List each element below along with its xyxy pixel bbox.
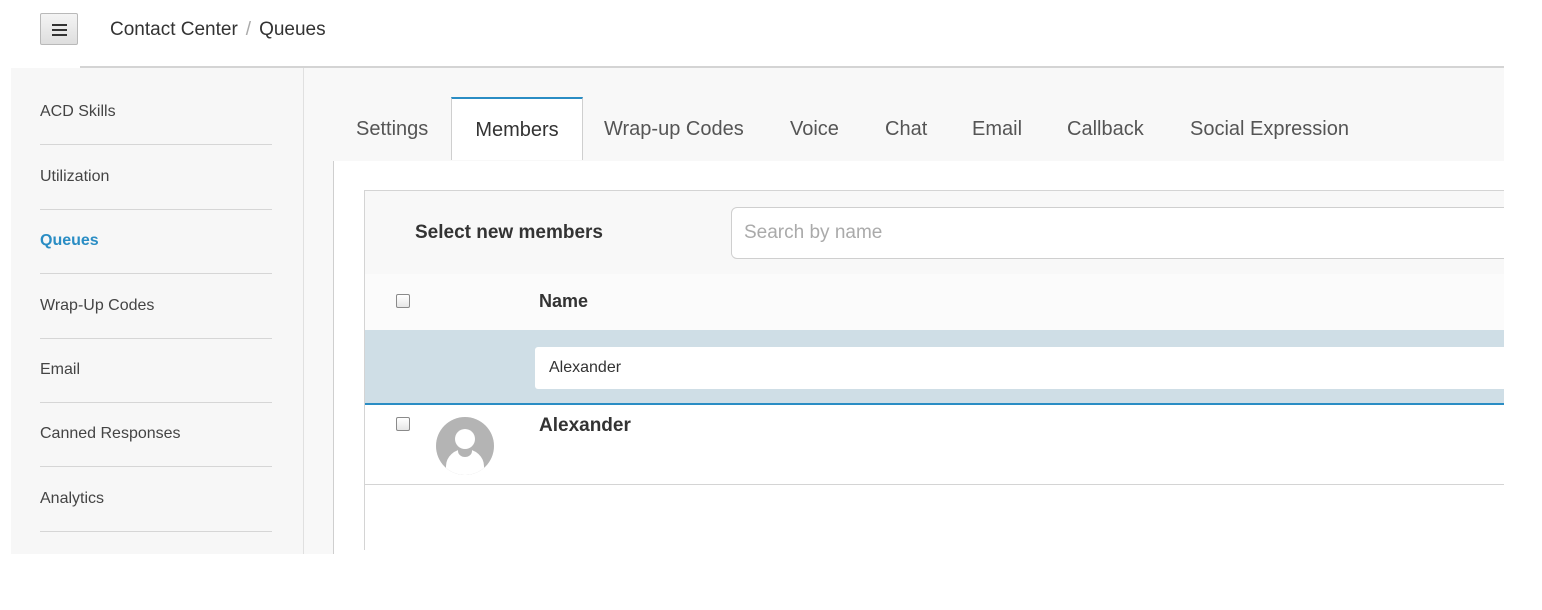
sidebar-item-email[interactable]: Email [40, 338, 272, 403]
tab-bar: Settings Members Wrap-up Codes Voice Cha… [333, 97, 1504, 162]
tab-members[interactable]: Members [451, 97, 583, 160]
tab-email[interactable]: Email [972, 97, 1022, 161]
member-name[interactable]: Alexander [539, 415, 631, 437]
table-header-row: Name [365, 274, 1504, 330]
table-row[interactable]: Alexander [365, 405, 1504, 485]
sidebar-item-wrap-up-codes[interactable]: Wrap-Up Codes [40, 274, 272, 339]
tab-chat[interactable]: Chat [885, 97, 927, 161]
members-table: Select new members Name [364, 190, 1504, 550]
queues-members-page: Contact Center / Queues ACD Skills Utiliza… [0, 0, 1542, 610]
tab-voice[interactable]: Voice [790, 97, 839, 161]
select-new-members-label: Select new members [415, 222, 603, 243]
select-all-checkbox[interactable] [396, 294, 410, 308]
column-header-name[interactable]: Name [539, 291, 588, 312]
tab-social-expression[interactable]: Social Expression [1190, 97, 1349, 161]
select-members-row: Select new members [365, 191, 1504, 274]
breadcrumb-current: Queues [259, 19, 326, 40]
name-filter-input[interactable] [535, 347, 1504, 389]
breadcrumb-contact-center[interactable]: Contact Center [110, 19, 238, 40]
members-panel: Select new members Name [333, 161, 1504, 554]
sidebar-item-analytics[interactable]: Analytics [40, 467, 272, 532]
sidebar-item-utilization[interactable]: Utilization [40, 145, 272, 210]
name-filter-row [365, 330, 1504, 405]
sidebar-item-canned-responses[interactable]: Canned Responses [40, 402, 272, 467]
hamburger-menu-icon [52, 24, 67, 26]
tab-wrap-up-codes[interactable]: Wrap-up Codes [604, 97, 744, 161]
hamburger-menu-icon-bar [52, 29, 67, 31]
tab-callback[interactable]: Callback [1067, 97, 1144, 161]
hamburger-menu-icon-bar [52, 34, 67, 36]
avatar[interactable] [436, 417, 494, 475]
member-search-input[interactable] [731, 207, 1504, 259]
tab-settings[interactable]: Settings [356, 97, 428, 161]
sidebar-item-acd-skills[interactable]: ACD Skills [40, 80, 272, 145]
avatar-head-shape [455, 429, 475, 449]
sidebar: ACD Skills Utilization Queues Wrap-Up Co… [11, 68, 304, 554]
hamburger-menu-button[interactable] [40, 13, 78, 45]
breadcrumb-separator: / [245, 19, 252, 40]
breadcrumb: Contact Center / Queues [110, 19, 326, 41]
main-content: Settings Members Wrap-up Codes Voice Cha… [304, 68, 1504, 554]
row-checkbox[interactable] [396, 417, 410, 431]
top-bar: Contact Center / Queues [0, 0, 1542, 66]
sidebar-item-queues[interactable]: Queues [40, 209, 272, 274]
